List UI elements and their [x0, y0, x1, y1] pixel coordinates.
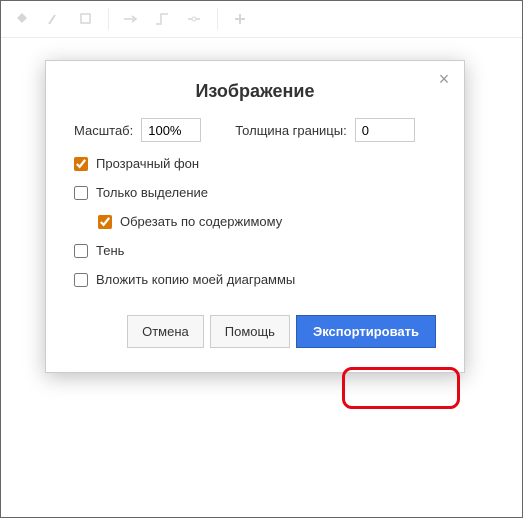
shadow-label: Тень [96, 243, 124, 258]
dialog-buttons: Отмена Помощь Экспортировать [74, 315, 436, 348]
border-label: Толщина границы: [235, 123, 346, 138]
crop-checkbox[interactable] [98, 215, 112, 229]
export-button[interactable]: Экспортировать [296, 315, 436, 348]
crop-row: Обрезать по содержимому [98, 214, 436, 229]
zoom-input[interactable] [141, 118, 201, 142]
transparent-row: Прозрачный фон [74, 156, 436, 171]
embed-checkbox[interactable] [74, 273, 88, 287]
selection-row: Только выделение [74, 185, 436, 200]
transparent-label: Прозрачный фон [96, 156, 199, 171]
crop-label: Обрезать по содержимому [120, 214, 282, 229]
zoom-label: Масштаб: [74, 123, 133, 138]
dialog-title: Изображение [74, 81, 436, 102]
border-input[interactable] [355, 118, 415, 142]
export-image-dialog: × Изображение Масштаб: Толщина границы: … [45, 60, 465, 373]
selection-label: Только выделение [96, 185, 208, 200]
shadow-row: Тень [74, 243, 436, 258]
transparent-checkbox[interactable] [74, 157, 88, 171]
help-button[interactable]: Помощь [210, 315, 290, 348]
close-icon[interactable]: × [434, 69, 454, 89]
cancel-button[interactable]: Отмена [127, 315, 204, 348]
embed-label: Вложить копию моей диаграммы [96, 272, 295, 287]
embed-row: Вложить копию моей диаграммы [74, 272, 436, 287]
selection-checkbox[interactable] [74, 186, 88, 200]
scale-row: Масштаб: Толщина границы: [74, 118, 436, 142]
shadow-checkbox[interactable] [74, 244, 88, 258]
